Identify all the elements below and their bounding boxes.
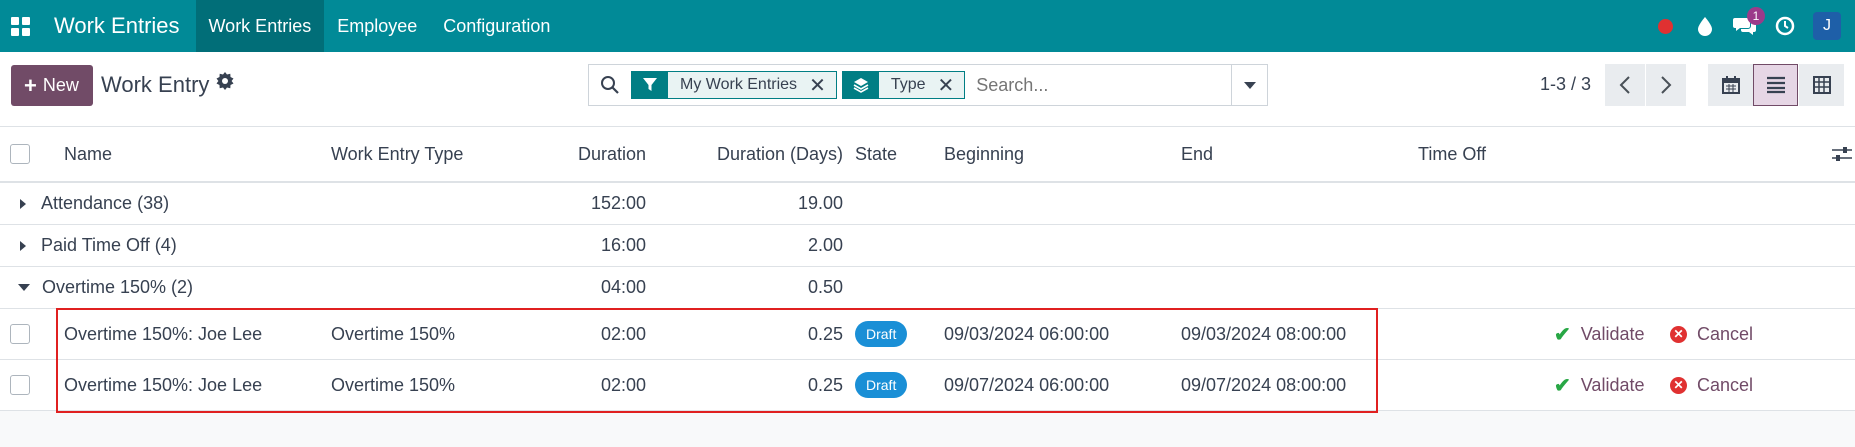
chat-icon[interactable]: 1 (1725, 0, 1765, 52)
checkmark-icon: ✔ (1554, 323, 1571, 346)
search-options-toggle[interactable] (1231, 65, 1267, 105)
row-checkbox[interactable] (10, 309, 30, 359)
validate-button[interactable]: ✔ Validate (1554, 309, 1644, 359)
top-navbar: Work Entries Work Entries Employee Confi… (0, 0, 1855, 52)
optional-columns-icon[interactable] (1832, 127, 1852, 181)
list-view-button[interactable] (1753, 64, 1798, 106)
clock-icon[interactable] (1765, 0, 1805, 52)
group-row-paid-time-off[interactable]: Paid Time Off (4) 16:00 2.00 (0, 225, 1855, 267)
facet-type[interactable]: Type ✕ (841, 71, 966, 99)
column-header-work-entry-type[interactable]: Work Entry Type (331, 127, 463, 181)
caret-right-icon (20, 240, 26, 251)
control-panel: + New Work Entry My Work Entries ✕ Type … (0, 52, 1855, 127)
menu-configuration[interactable]: Configuration (430, 0, 563, 52)
entry-duration: 02:00 (600, 374, 646, 395)
plus-icon: + (24, 72, 37, 98)
facet-label: Type (878, 72, 934, 98)
entry-beginning: 09/03/2024 06:00:00 (944, 323, 1110, 344)
close-icon[interactable]: ✕ (805, 72, 836, 98)
status-badge: Draft (855, 321, 908, 347)
calendar-icon (1721, 76, 1740, 94)
droplet-icon[interactable] (1685, 0, 1725, 52)
list-icon (1766, 76, 1785, 94)
layers-icon (842, 72, 879, 98)
entry-name: Overtime 150%: Joe Lee (64, 374, 263, 395)
group-row-overtime[interactable]: Overtime 150% (2) 04:00 0.50 (0, 267, 1855, 309)
group-row-attendance[interactable]: Attendance (38) 152:00 19.00 (0, 183, 1855, 225)
table-header: Name Work Entry Type Duration Duration (… (0, 127, 1855, 183)
cancel-label: Cancel (1697, 323, 1754, 344)
cancel-icon: ✕ (1670, 325, 1687, 343)
chevron-left-icon (1619, 76, 1630, 94)
pivot-view-button[interactable] (1799, 64, 1844, 106)
pager-value[interactable]: 1-3 / 3 (1540, 74, 1591, 95)
group-label: Paid Time Off (4) (41, 235, 177, 255)
column-header-beginning[interactable]: Beginning (944, 127, 1024, 181)
select-all-checkbox[interactable] (10, 127, 30, 181)
pager-previous-button[interactable] (1605, 64, 1645, 106)
entry-type: Overtime 150% (331, 374, 456, 395)
entry-duration: 02:00 (600, 323, 646, 344)
page-title: Work Entry (101, 72, 210, 97)
work-entry-list: Name Work Entry Type Duration Duration (… (0, 127, 1855, 411)
entry-name: Overtime 150%: Joe Lee (64, 323, 263, 344)
group-duration-days: 19.00 (797, 193, 843, 213)
search-bar: My Work Entries ✕ Type ✕ (588, 64, 1268, 106)
new-button-label: New (42, 75, 79, 95)
group-label: Attendance (38) (41, 193, 170, 213)
group-duration-days: 0.50 (807, 277, 843, 297)
validate-label: Validate (1580, 323, 1645, 344)
group-label: Overtime 150% (2) (42, 277, 194, 297)
app-menu-icon[interactable] (0, 0, 40, 52)
user-avatar[interactable]: J (1813, 12, 1841, 40)
status-badge: Draft (855, 372, 908, 398)
cancel-button[interactable]: ✕ Cancel (1670, 360, 1753, 410)
new-button[interactable]: + New (11, 65, 93, 106)
column-header-duration[interactable]: Duration (540, 127, 646, 181)
table-row[interactable]: Overtime 150%: Joe Lee Overtime 150% 02:… (0, 309, 1855, 360)
validate-label: Validate (1580, 374, 1645, 395)
menu-employee[interactable]: Employee (324, 0, 430, 52)
column-header-state[interactable]: State (855, 127, 897, 181)
cancel-button[interactable]: ✕ Cancel (1670, 309, 1753, 359)
entry-end: 09/03/2024 08:00:00 (1181, 323, 1347, 344)
cancel-icon: ✕ (1670, 376, 1687, 394)
entry-duration-days: 0.25 (807, 374, 843, 395)
cancel-label: Cancel (1697, 374, 1754, 395)
row-checkbox[interactable] (10, 360, 30, 410)
caret-down-icon (18, 284, 30, 291)
group-duration: 16:00 (600, 235, 646, 255)
facet-my-work-entries[interactable]: My Work Entries ✕ (631, 71, 837, 99)
pager-next-button[interactable] (1646, 64, 1686, 106)
menu-work-entries[interactable]: Work Entries (195, 0, 325, 52)
calendar-view-button[interactable] (1708, 64, 1753, 106)
facet-label: My Work Entries (668, 72, 806, 98)
validate-button[interactable]: ✔ Validate (1554, 360, 1644, 410)
filter-icon (632, 72, 668, 98)
close-icon[interactable]: ✕ (933, 72, 965, 98)
recording-dot-icon[interactable] (1645, 0, 1685, 52)
caret-right-icon (20, 198, 26, 209)
pivot-icon (1812, 76, 1831, 94)
app-title[interactable]: Work Entries (40, 0, 196, 52)
chat-count-badge: 1 (1747, 7, 1765, 25)
group-duration: 152:00 (590, 193, 646, 213)
entry-beginning: 09/07/2024 06:00:00 (944, 374, 1110, 395)
gear-icon[interactable] (216, 72, 234, 96)
entry-duration-days: 0.25 (807, 323, 843, 344)
column-header-time-off[interactable]: Time Off (1418, 127, 1486, 181)
column-header-name[interactable]: Name (64, 127, 112, 181)
chevron-down-icon (1243, 81, 1256, 89)
group-duration: 04:00 (600, 277, 646, 297)
table-row[interactable]: Overtime 150%: Joe Lee Overtime 150% 02:… (0, 360, 1855, 411)
search-icon[interactable] (589, 75, 631, 95)
group-duration-days: 2.00 (807, 235, 843, 255)
search-input[interactable] (970, 74, 1231, 96)
column-header-end[interactable]: End (1181, 127, 1213, 181)
column-header-duration-days[interactable]: Duration (Days) (660, 127, 843, 181)
entry-type: Overtime 150% (331, 323, 456, 344)
entry-end: 09/07/2024 08:00:00 (1181, 374, 1347, 395)
checkmark-icon: ✔ (1554, 374, 1571, 397)
chevron-right-icon (1661, 76, 1672, 94)
